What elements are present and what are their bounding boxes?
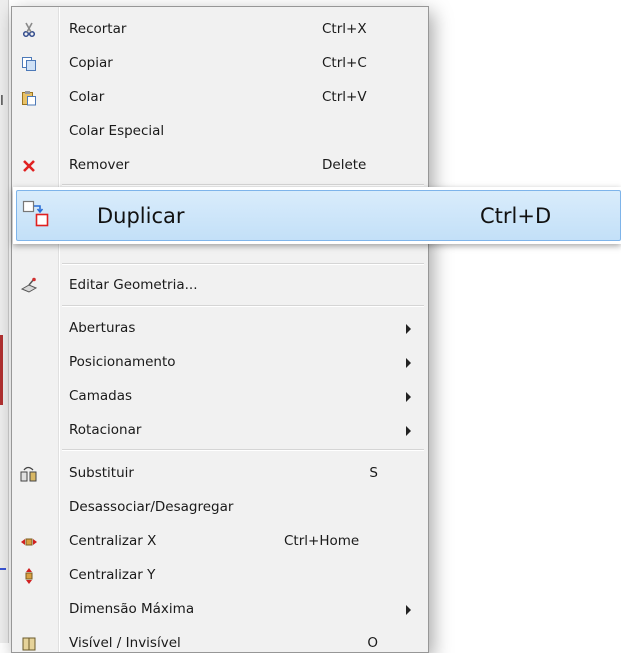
menu-item-label: Aberturas — [69, 320, 136, 336]
menu-item-editar-geometria[interactable]: Editar Geometria... — [12, 269, 428, 303]
menu-item-shortcut: Ctrl+X — [322, 21, 367, 37]
menu-item-shortcut: O — [367, 635, 378, 651]
highlighted-item-label: Duplicar — [97, 204, 185, 228]
menu-item-remover[interactable]: Remover Delete — [12, 149, 428, 183]
highlighted-menu-item-duplicar[interactable]: Duplicar Ctrl+D — [13, 187, 621, 244]
menu-item-label: Colar — [69, 89, 105, 105]
background-window-edge: I — [0, 0, 9, 643]
menu-item-visivel-invisivel[interactable]: Visível / Invisível O — [12, 627, 428, 652]
duplicate-icon — [22, 200, 50, 228]
menu-separator — [62, 184, 424, 186]
menu-item-label: Remover — [69, 157, 130, 173]
menu-item-label: Editar Geometria... — [69, 277, 198, 293]
menu-item-shortcut: Ctrl+Home — [284, 533, 360, 549]
menu-item-label: Camadas — [69, 388, 132, 404]
menu-item-label: Substituir — [69, 465, 134, 481]
copy-icon — [20, 55, 38, 73]
context-menu: Recortar Ctrl+X Copiar Ctrl+C Colar Ctrl… — [11, 6, 429, 653]
menu-item-shortcut: Ctrl+V — [322, 89, 367, 105]
edit-geometry-icon — [20, 277, 38, 295]
menu-item-label: Desassociar/Desagregar — [69, 499, 234, 515]
delete-x-icon — [20, 157, 38, 175]
submenu-arrow-icon — [406, 392, 411, 402]
menu-item-label: Posicionamento — [69, 354, 176, 370]
menu-item-copiar[interactable]: Copiar Ctrl+C — [12, 47, 428, 81]
menu-item-label: Visível / Invisível — [69, 635, 181, 651]
menu-item-posicionamento[interactable]: Posicionamento — [12, 346, 428, 380]
menu-item-shortcut: Delete — [322, 157, 367, 173]
menu-item-aberturas[interactable]: Aberturas — [12, 312, 428, 346]
background-text-fragment: I — [0, 94, 4, 109]
menu-item-recortar[interactable]: Recortar Ctrl+X — [12, 13, 428, 47]
menu-item-colar-especial[interactable]: Colar Especial — [12, 115, 428, 149]
submenu-arrow-icon — [406, 358, 411, 368]
background-blue-line — [0, 568, 6, 570]
highlight-background: Duplicar Ctrl+D — [16, 190, 621, 241]
menu-item-shortcut: S — [369, 465, 378, 481]
menu-item-shortcut: Ctrl+C — [322, 55, 367, 71]
menu-item-label: Rotacionar — [69, 422, 142, 438]
menu-item-substituir[interactable]: Substituir S — [12, 457, 428, 491]
center-y-icon — [20, 567, 38, 585]
menu-item-centralizar-x[interactable]: Centralizar X Ctrl+Home — [12, 525, 428, 559]
menu-separator — [62, 449, 424, 451]
submenu-arrow-icon — [406, 324, 411, 334]
menu-item-label: Dimensão Máxima — [69, 601, 195, 617]
menu-item-label: Copiar — [69, 55, 113, 71]
menu-item-camadas[interactable]: Camadas — [12, 380, 428, 414]
submenu-arrow-icon — [406, 426, 411, 436]
menu-item-desassociar[interactable]: Desassociar/Desagregar — [12, 491, 428, 525]
paste-icon — [20, 89, 38, 107]
menu-item-colar[interactable]: Colar Ctrl+V — [12, 81, 428, 115]
menu-item-label: Colar Especial — [69, 123, 165, 139]
menu-separator — [62, 305, 424, 307]
replace-icon — [20, 465, 38, 483]
center-x-icon — [20, 533, 38, 551]
menu-item-rotacionar[interactable]: Rotacionar — [12, 414, 428, 448]
scissors-icon — [20, 21, 38, 39]
menu-item-dimensao-maxima[interactable]: Dimensão Máxima — [12, 593, 428, 627]
menu-item-centralizar-y[interactable]: Centralizar Y — [12, 559, 428, 593]
visibility-icon — [20, 635, 38, 652]
menu-item-label: Centralizar X — [69, 533, 157, 549]
background-red-bar — [0, 335, 3, 405]
menu-item-label: Centralizar Y — [69, 567, 156, 583]
menu-separator — [62, 263, 424, 265]
submenu-arrow-icon — [406, 605, 411, 615]
menu-item-label: Recortar — [69, 21, 127, 37]
highlighted-item-shortcut: Ctrl+D — [480, 204, 552, 228]
